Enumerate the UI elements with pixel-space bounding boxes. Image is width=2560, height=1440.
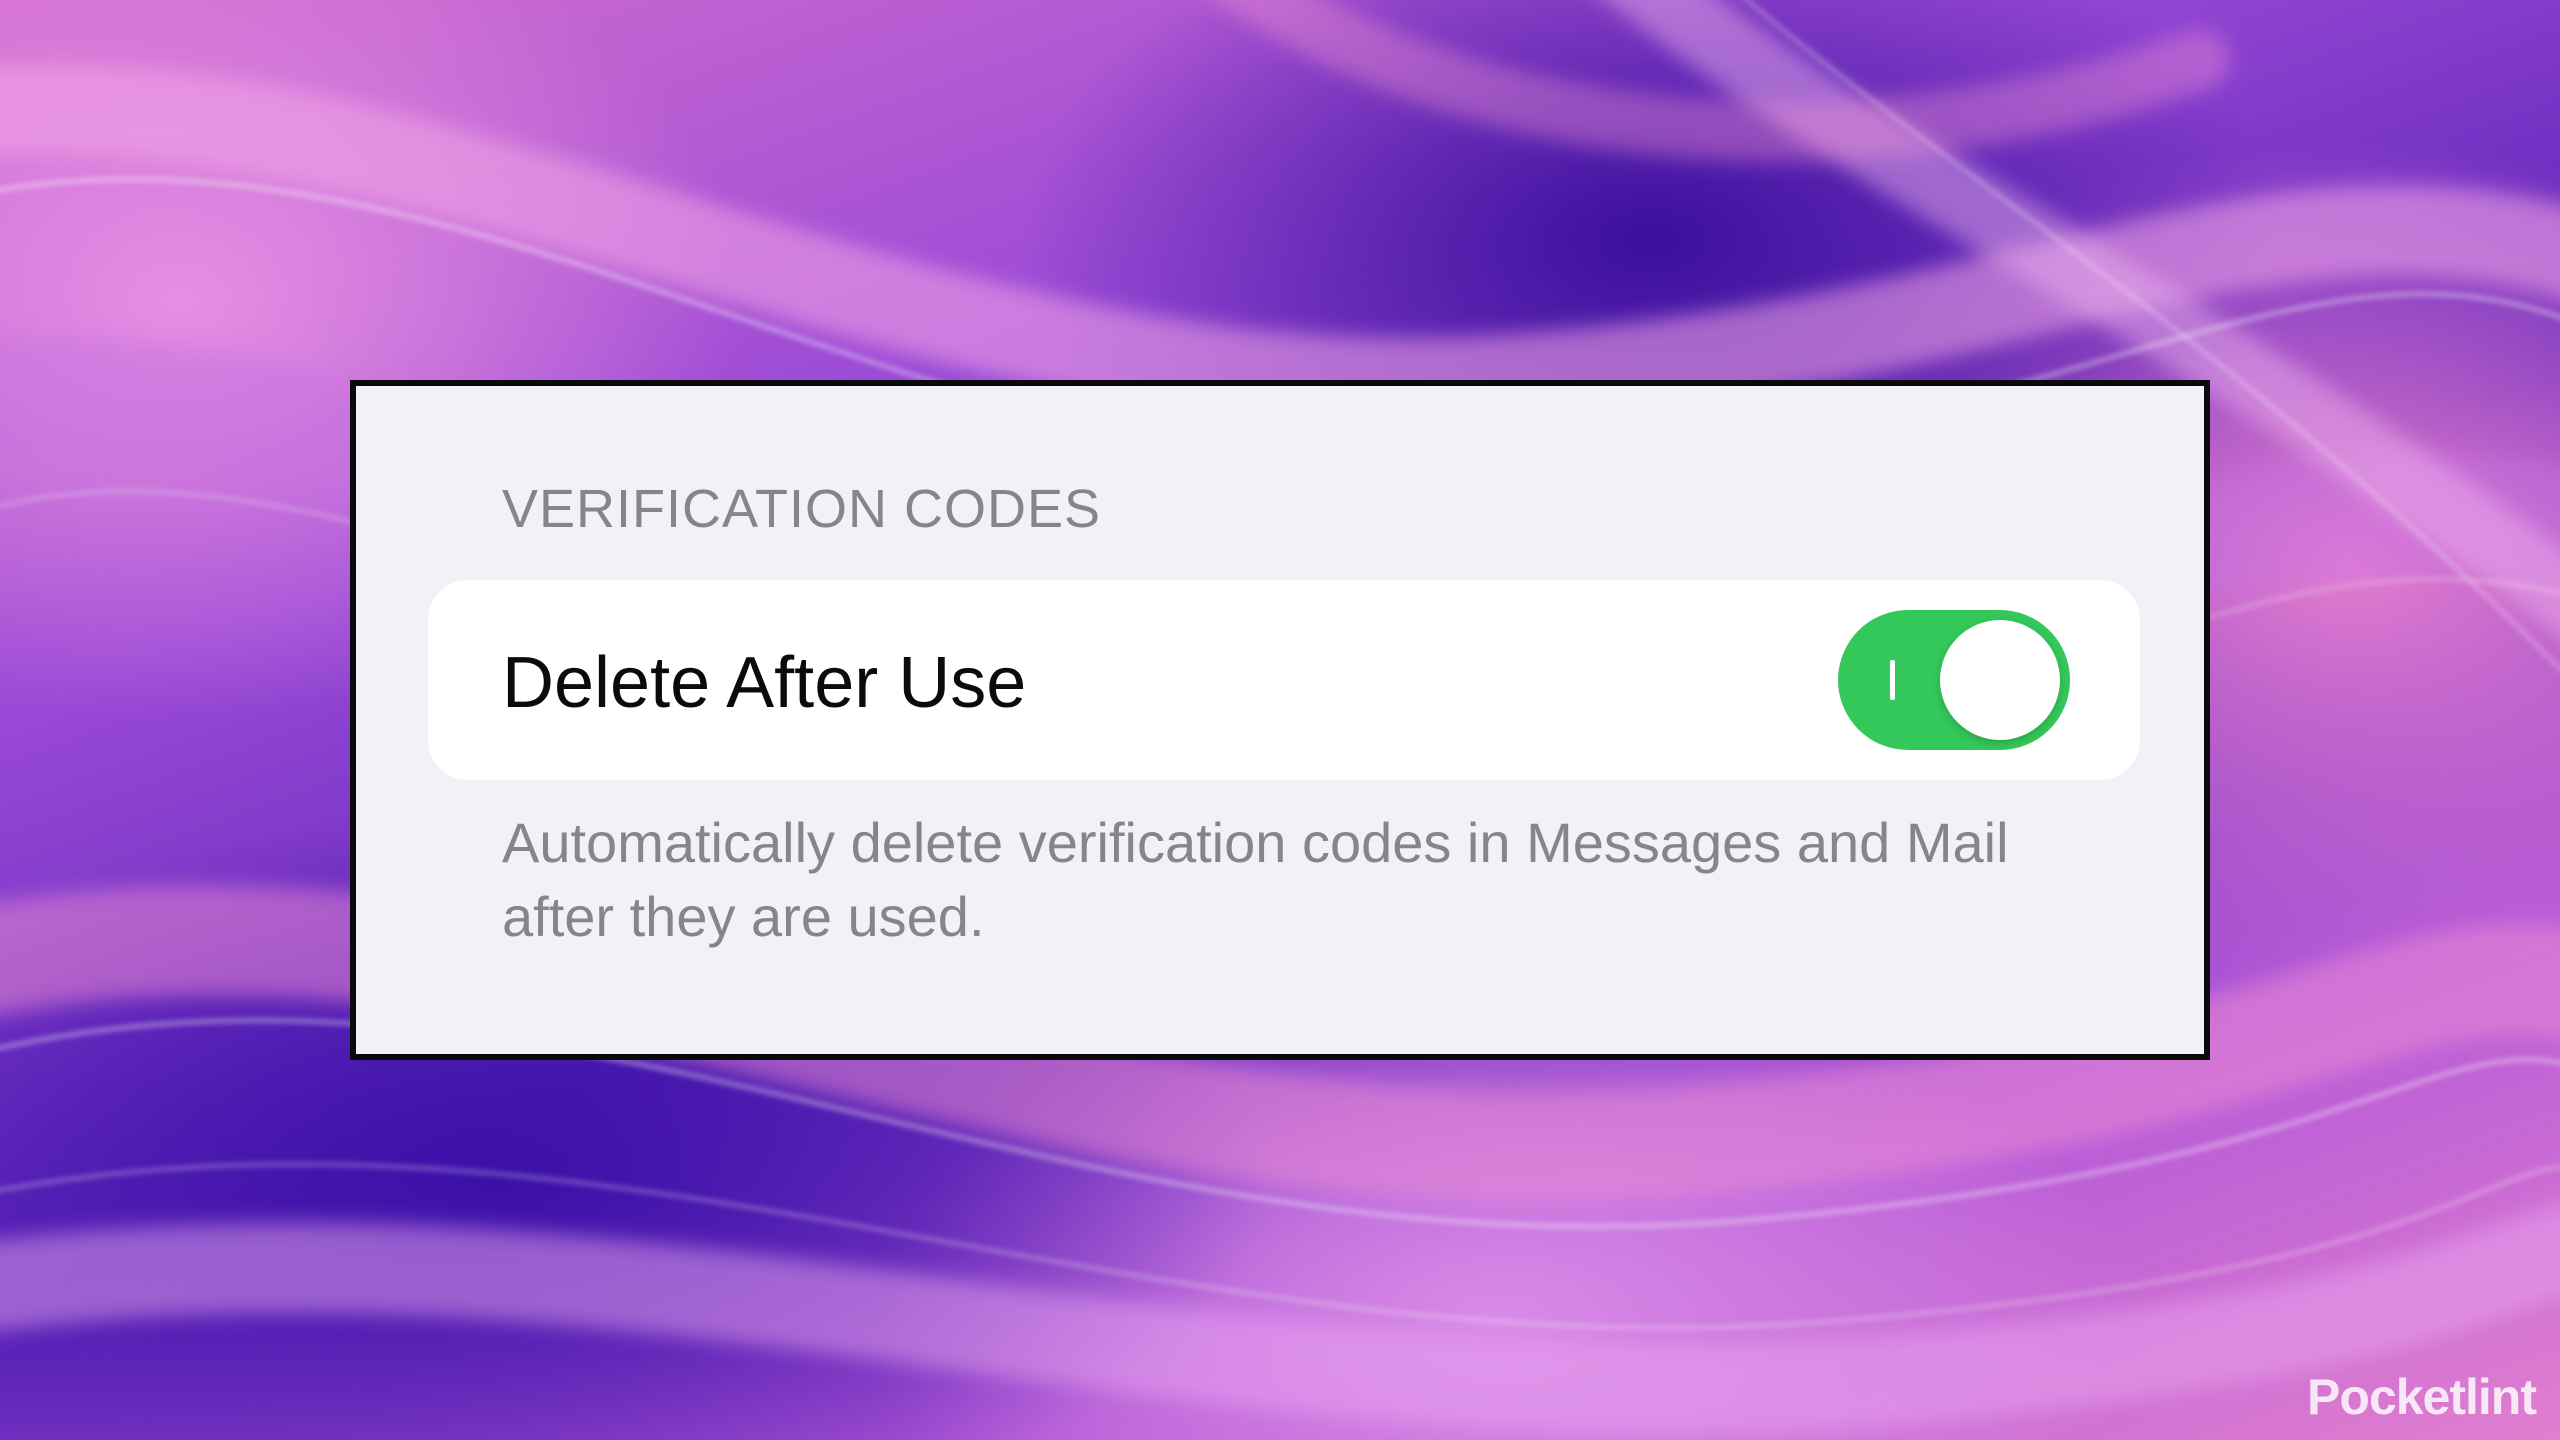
- delete-after-use-toggle[interactable]: [1838, 610, 2070, 750]
- toggle-knob: [1940, 620, 2060, 740]
- delete-after-use-row[interactable]: Delete After Use: [428, 580, 2140, 780]
- section-header: VERIFICATION CODES: [502, 479, 1102, 539]
- row-label: Delete After Use: [502, 643, 1027, 723]
- section-footer-description: Automatically delete verification codes …: [502, 811, 2009, 948]
- settings-panel: VERIFICATION CODES Delete After Use Auto…: [350, 380, 2210, 1060]
- toggle-on-indicator-icon: [1890, 660, 1895, 700]
- pocketlint-watermark: Pocketlint: [2307, 1369, 2537, 1425]
